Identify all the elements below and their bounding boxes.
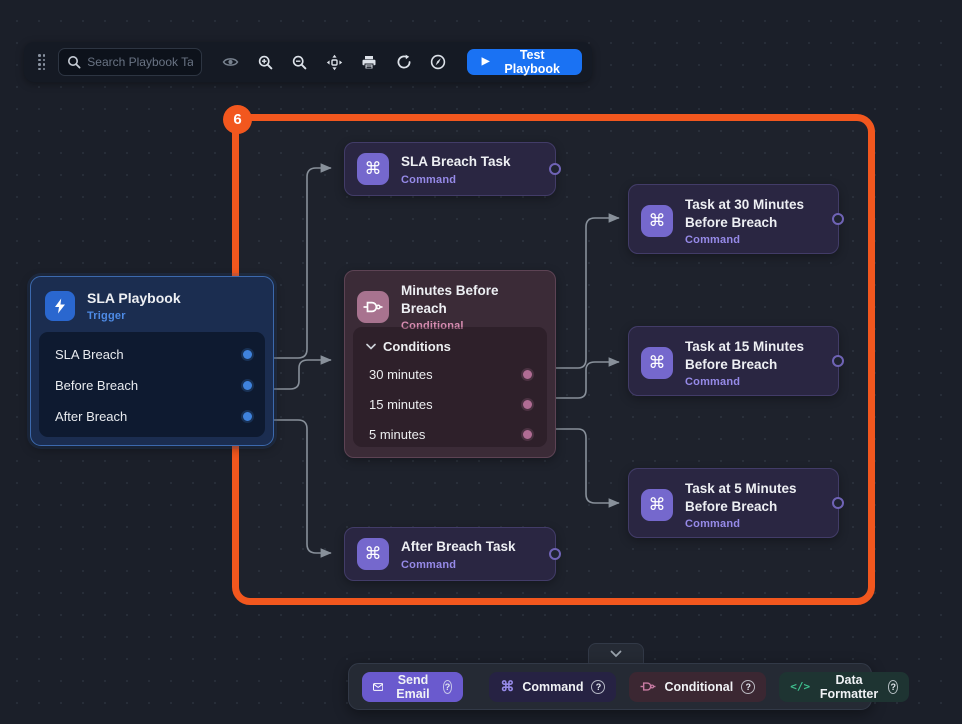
conditions-collapse-toggle[interactable]: Conditions	[353, 334, 547, 359]
output-row-sla-breach[interactable]: SLA Breach	[39, 339, 265, 370]
node-title: Task at 15 Minutes Before Breach	[685, 338, 826, 373]
envelope-icon	[373, 681, 383, 693]
node-type-label: Trigger	[87, 310, 181, 322]
conditional-label: Conditional	[664, 680, 733, 694]
zoom-out-icon	[292, 55, 307, 70]
output-port[interactable]	[243, 350, 252, 359]
test-playbook-label: Test Playbook	[497, 48, 566, 76]
output-port[interactable]	[549, 548, 561, 560]
command-icon: ⌘	[357, 153, 389, 185]
command-button[interactable]: ⌘ Command ?	[489, 672, 616, 702]
search-container	[58, 48, 202, 76]
compass-button[interactable]	[426, 48, 452, 76]
node-type-label: Command	[685, 518, 826, 530]
eye-icon	[222, 55, 239, 69]
node-sla-breach-task[interactable]: ⌘ SLA Breach Task Command	[344, 142, 556, 196]
toggle-visibility-button[interactable]	[218, 48, 244, 76]
node-title: Task at 30 Minutes Before Breach	[685, 196, 826, 231]
zoom-in-button[interactable]	[252, 48, 278, 76]
command-label: Command	[522, 680, 583, 694]
condition-row-30-minutes[interactable]: 30 minutes	[353, 359, 547, 389]
help-icon[interactable]: ?	[443, 680, 453, 694]
test-playbook-button[interactable]: ▶ Test Playbook	[467, 49, 582, 75]
node-title: Task at 5 Minutes Before Breach	[685, 480, 826, 515]
node-minutes-before-breach[interactable]: Minutes Before Breach Conditional Condit…	[344, 270, 556, 458]
conditions-header-label: Conditions	[383, 339, 451, 354]
output-label: Before Breach	[55, 378, 138, 393]
node-title: Minutes Before Breach	[401, 282, 543, 317]
chevron-down-icon	[610, 650, 622, 658]
chevron-down-icon	[366, 343, 376, 350]
node-task-30-minutes[interactable]: ⌘ Task at 30 Minutes Before Breach Comma…	[628, 184, 839, 254]
help-icon[interactable]: ?	[591, 680, 605, 694]
command-icon: ⌘	[641, 205, 673, 237]
condition-label: 15 minutes	[369, 397, 433, 412]
trigger-outputs-box: SLA Breach Before Breach After Breach	[39, 332, 265, 437]
canvas-toolbar: ▶ Test Playbook	[24, 42, 592, 82]
conditional-button[interactable]: Conditional ?	[629, 672, 766, 702]
output-port[interactable]	[832, 213, 844, 225]
step-number-badge: 6	[223, 105, 252, 134]
send-email-button[interactable]: Send Email ?	[362, 672, 463, 702]
data-formatter-label: Data Formatter	[818, 673, 880, 701]
conditional-gate-icon	[357, 291, 389, 323]
zoom-out-button[interactable]	[287, 48, 313, 76]
node-title: After Breach Task	[401, 538, 516, 556]
zoom-in-icon	[258, 55, 273, 70]
node-title: SLA Playbook	[87, 289, 181, 307]
refresh-button[interactable]	[391, 48, 417, 76]
help-icon[interactable]: ?	[888, 680, 898, 694]
node-type-label: Command	[685, 234, 826, 246]
fit-view-button[interactable]	[322, 48, 348, 76]
conditional-gate-icon	[640, 681, 656, 692]
output-label: SLA Breach	[55, 347, 124, 362]
refresh-icon	[396, 54, 412, 70]
output-port[interactable]	[243, 412, 252, 421]
output-port[interactable]	[549, 163, 561, 175]
data-formatter-button[interactable]: </> Data Formatter ?	[779, 672, 909, 702]
condition-row-15-minutes[interactable]: 15 minutes	[353, 389, 547, 419]
compass-icon	[430, 54, 446, 70]
print-button[interactable]	[356, 48, 382, 76]
print-icon	[361, 55, 377, 70]
node-title: SLA Breach Task	[401, 153, 511, 171]
playbook-canvas[interactable]: { "toolbar": { "search_placeholder": "Se…	[0, 0, 962, 724]
condition-label: 5 minutes	[369, 427, 425, 442]
condition-port[interactable]	[523, 430, 532, 439]
command-icon: ⌘	[500, 678, 514, 695]
lightning-icon	[45, 291, 75, 321]
fit-view-icon	[326, 54, 343, 71]
conditions-box: Conditions 30 minutes 15 minutes 5 minut…	[353, 327, 547, 447]
condition-label: 30 minutes	[369, 367, 433, 382]
code-icon: </>	[790, 680, 810, 693]
node-task-15-minutes[interactable]: ⌘ Task at 15 Minutes Before Breach Comma…	[628, 326, 839, 396]
command-icon: ⌘	[357, 538, 389, 570]
output-port[interactable]	[243, 381, 252, 390]
drag-handle-icon[interactable]	[38, 53, 48, 71]
palette-collapse-button[interactable]	[588, 643, 644, 664]
output-row-before-breach[interactable]: Before Breach	[39, 370, 265, 401]
node-type-label: Command	[401, 559, 516, 571]
node-type-label: Command	[685, 376, 826, 388]
output-port[interactable]	[832, 355, 844, 367]
output-port[interactable]	[832, 497, 844, 509]
send-email-label: Send Email	[391, 673, 434, 701]
task-palette: Send Email ? ⌘ Command ? Conditional ? <…	[348, 663, 872, 710]
node-sla-playbook-trigger[interactable]: SLA Playbook Trigger SLA Breach Before B…	[30, 276, 274, 446]
node-task-5-minutes[interactable]: ⌘ Task at 5 Minutes Before Breach Comman…	[628, 468, 839, 538]
condition-port[interactable]	[523, 370, 532, 379]
output-label: After Breach	[55, 409, 127, 424]
node-after-breach-task[interactable]: ⌘ After Breach Task Command	[344, 527, 556, 581]
output-row-after-breach[interactable]: After Breach	[39, 401, 265, 432]
command-icon: ⌘	[641, 347, 673, 379]
search-icon	[67, 55, 81, 69]
command-icon: ⌘	[641, 489, 673, 521]
help-icon[interactable]: ?	[741, 680, 755, 694]
condition-row-5-minutes[interactable]: 5 minutes	[353, 419, 547, 449]
condition-port[interactable]	[523, 400, 532, 409]
play-icon: ▶	[482, 57, 490, 67]
node-type-label: Command	[401, 174, 511, 186]
